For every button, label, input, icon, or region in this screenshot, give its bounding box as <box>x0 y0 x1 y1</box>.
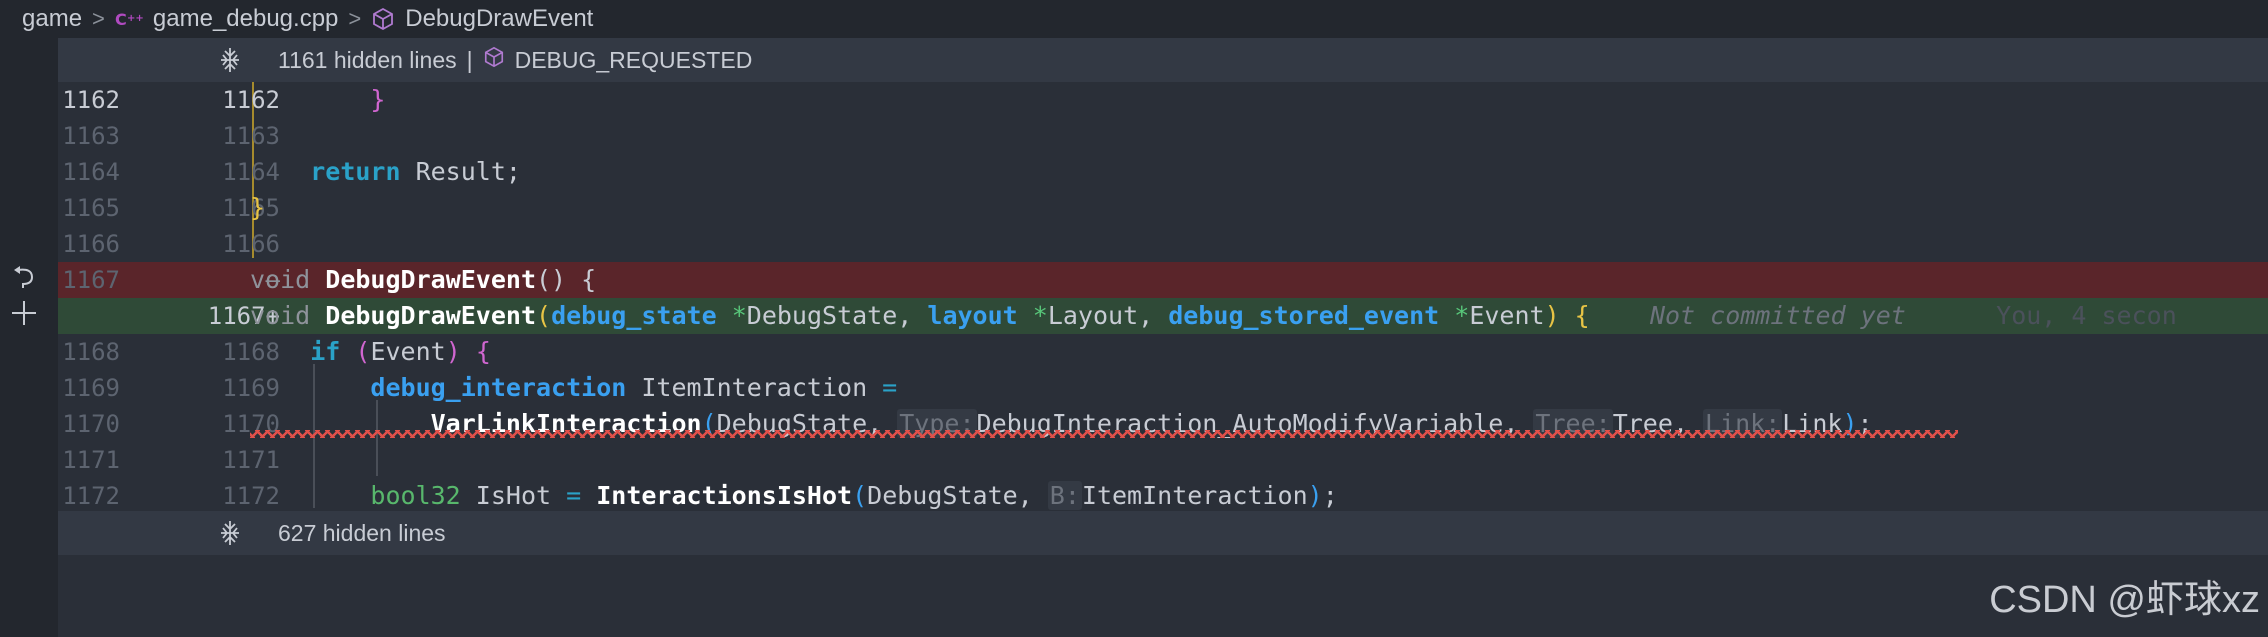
breadcrumb-item-symbol[interactable]: DebugDrawEvent <box>405 5 593 33</box>
hidden-lines-count: 1161 hidden lines <box>278 46 457 73</box>
svg-text:++: ++ <box>127 13 143 24</box>
inline-blame-author: You, 4 secon <box>1996 301 2177 330</box>
line-number-left: 1164 <box>62 158 120 186</box>
line-number-left: 1163 <box>62 122 120 150</box>
inline-blame: Not committed yet <box>1649 301 1906 330</box>
fold-symbol: DEBUG_REQUESTED <box>514 46 753 73</box>
svg-text:C: C <box>115 10 127 29</box>
code-line-1164[interactable]: 1164 1164 return Result; <box>58 154 2268 190</box>
hidden-lines-count: 627 hidden lines <box>278 519 446 546</box>
code-line-1169[interactable]: 1169 1169 debug_interaction ItemInteract… <box>58 370 2268 406</box>
line-number-left: 1167 <box>62 266 120 294</box>
code-text: return Result; <box>310 157 521 186</box>
breadcrumb: game > C ++ game_debug.cpp > DebugDrawEve… <box>0 0 2268 38</box>
error-squiggle[interactable] <box>250 430 1958 438</box>
line-number-left: 1165 <box>62 194 120 222</box>
line-number-right: 1166 <box>222 230 280 258</box>
breadcrumb-separator: > <box>92 6 105 31</box>
code-line-1165[interactable]: 1165 1165 } <box>58 190 2268 226</box>
hidden-lines-fold[interactable]: 627 hidden lines <box>58 511 2268 555</box>
code-text: void DebugDrawEvent(debug_state *DebugSt… <box>250 301 2177 330</box>
code-line-1162[interactable]: 1162 1162 } <box>58 82 2268 118</box>
fold-separator: | <box>466 46 473 73</box>
code-text: bool32 IsHot = InteractionsIsHot(DebugSt… <box>370 481 1338 510</box>
code-text: } <box>250 193 266 222</box>
code-line-1163[interactable]: 1163 1163 <box>58 118 2268 154</box>
code-text: if (Event) { <box>310 337 491 366</box>
code-text: void DebugDrawEvent() { <box>250 265 597 294</box>
line-number-left: 1169 <box>62 374 120 402</box>
line-number-left: 1166 <box>62 230 120 258</box>
symbol-cube-icon <box>371 7 395 31</box>
code-line-1168[interactable]: 1168 1168 if (Event) { <box>58 334 2268 370</box>
hidden-lines-fold[interactable]: 1161 hidden lines | DEBUG_REQUESTED <box>58 38 2268 82</box>
line-number-left: 1168 <box>62 338 120 366</box>
breadcrumb-item-file[interactable]: game_debug.cpp <box>153 5 338 33</box>
line-number-left: 1172 <box>62 482 120 510</box>
line-number-left: 1171 <box>62 446 120 474</box>
line-number-left: 1162 <box>62 86 120 114</box>
unfold-icon[interactable] <box>204 47 256 73</box>
code-line-1172[interactable]: 1172 1172 bool32 IsHot = InteractionsIsH… <box>58 478 2268 514</box>
code-text: debug_interaction ItemInteraction = <box>370 373 898 402</box>
unfold-icon[interactable] <box>204 520 256 546</box>
inlay-hint: B: <box>1047 481 1082 510</box>
watermark: CSDN @虾球xz <box>1989 579 2260 621</box>
breadcrumb-separator: > <box>348 6 362 31</box>
line-number-left: 1170 <box>62 410 120 438</box>
code-text: } <box>370 85 386 114</box>
breadcrumb-item-game[interactable]: game <box>22 5 82 33</box>
code-line-1167-added[interactable]: 1167+ void DebugDrawEvent(debug_state *D… <box>58 298 2268 334</box>
symbol-cube-icon <box>483 46 505 74</box>
diff-gutter <box>0 38 58 637</box>
line-number-right: 1163 <box>222 122 280 150</box>
revert-icon[interactable] <box>12 264 38 294</box>
code-line-1171[interactable]: 1171 1171 <box>58 442 2268 478</box>
add-icon[interactable] <box>10 299 38 331</box>
code-line-1166[interactable]: 1166 1166 <box>58 226 2268 262</box>
line-number-right: 1171 <box>222 446 280 474</box>
cpp-file-icon: C ++ <box>115 9 143 29</box>
code-line-1167-deleted[interactable]: 1167 — void DebugDrawEvent() { <box>58 262 2268 298</box>
